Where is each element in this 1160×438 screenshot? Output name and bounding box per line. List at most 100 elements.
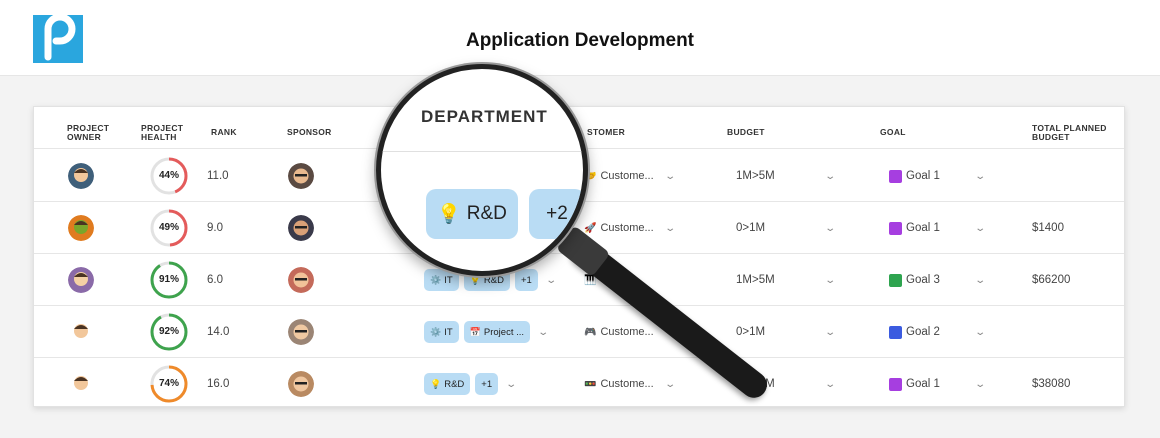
department-chip[interactable]: ⚙️ IT (424, 321, 459, 343)
rank-cell: 9.0 (207, 222, 223, 234)
health-gauge: 49% (148, 207, 190, 249)
magnifier-lens: DEPARTMENT 💡 R&D +2 (376, 64, 588, 276)
goal-cell[interactable]: Goal 1 ⌄ (889, 358, 986, 410)
sponsor-avatar[interactable] (288, 371, 314, 397)
budget-value: 1M>5M (736, 170, 775, 182)
goal-cell[interactable]: Goal 2 ⌄ (889, 306, 986, 358)
chevron-down-icon[interactable]: ⌄ (974, 223, 986, 234)
col-rank[interactable]: Rank (211, 128, 237, 137)
sponsor-cell (288, 254, 314, 306)
col-budget[interactable]: Budget (727, 128, 765, 137)
page-title: Application Development (465, 30, 695, 51)
goal-color-icon (889, 221, 902, 235)
sponsor-avatar[interactable] (288, 215, 314, 241)
owner-cell (68, 254, 94, 306)
customer-cell[interactable]: 🤝 Custome... ⌄ (584, 150, 676, 202)
goal-label: Goal 1 (906, 170, 940, 182)
magnified-chip-label: R&D (466, 203, 507, 224)
sponsor-avatar[interactable] (288, 319, 314, 345)
health-cell: 91% (148, 254, 190, 306)
chevron-down-icon[interactable]: ⌄ (664, 379, 676, 390)
customer-icon: 🚀 (584, 222, 597, 234)
col-project-health[interactable]: Project Health (141, 124, 191, 142)
budget-dropdown[interactable]: ⌄ (822, 202, 836, 254)
goal-color-icon (889, 325, 902, 339)
chevron-down-icon[interactable]: ⌄ (664, 223, 676, 234)
table-row[interactable]: 92% 14.0 ⚙️ IT 📅 Project ... ⌄ 🎮 Custome... … (34, 306, 1124, 358)
total-budget-cell: $38080 (1032, 378, 1071, 390)
owner-avatar[interactable] (68, 319, 94, 345)
health-gauge: 91% (148, 259, 190, 301)
magnified-department-chip[interactable]: 💡 R&D (426, 189, 518, 239)
col-project-owner[interactable]: Project Owner (67, 124, 117, 142)
department-icon: ⚙️ (430, 274, 442, 285)
rank-cell: 16.0 (207, 378, 230, 390)
owner-avatar[interactable] (68, 163, 94, 189)
chevron-down-icon[interactable]: ⌄ (824, 327, 836, 338)
goal-label: Goal 2 (906, 326, 940, 338)
budget-cell[interactable]: 1M>5M (736, 150, 775, 202)
chevron-down-icon[interactable]: ⌄ (545, 275, 557, 286)
sponsor-avatar[interactable] (288, 163, 314, 189)
sponsor-avatar[interactable] (288, 267, 314, 293)
customer-cell[interactable]: 🚥 Custome... ⌄ (584, 358, 676, 410)
health-cell: 49% (148, 202, 190, 254)
health-gauge: 74% (148, 363, 190, 405)
budget-dropdown[interactable]: ⌄ (822, 306, 836, 358)
sponsor-cell (288, 306, 314, 358)
col-sponsor[interactable]: Sponsor (287, 128, 332, 137)
total-budget-cell: $1400 (1032, 222, 1064, 234)
chevron-down-icon[interactable]: ⌄ (824, 379, 836, 390)
goal-color-icon (889, 273, 902, 287)
health-cell: 44% (148, 150, 190, 202)
goal-cell[interactable]: Goal 1 ⌄ (889, 150, 986, 202)
owner-avatar[interactable] (68, 371, 94, 397)
chevron-down-icon[interactable]: ⌄ (505, 379, 517, 390)
department-cell: ⚙️ IT 📅 Project ... ⌄ (424, 306, 549, 358)
goal-cell[interactable]: Goal 3 ⌄ (889, 254, 986, 306)
chevron-down-icon[interactable]: ⌄ (974, 275, 986, 286)
chevron-down-icon[interactable]: ⌄ (537, 327, 549, 338)
magnified-more-chip[interactable]: +2 (529, 189, 583, 239)
col-total-planned-budget[interactable]: Total Planned Budget (1032, 124, 1112, 142)
table-row[interactable]: 74% 16.0 💡R&D+1⌄ 🚥 Custome... ⌄ 1M>5M ⌄ … (34, 358, 1124, 410)
rank-cell: 11.0 (207, 170, 229, 182)
chevron-down-icon[interactable]: ⌄ (664, 171, 676, 182)
chevron-down-icon[interactable]: ⌄ (824, 171, 836, 182)
col-goal[interactable]: Goal (880, 128, 906, 137)
chevron-down-icon[interactable]: ⌄ (974, 327, 986, 338)
sponsor-cell (288, 358, 314, 410)
health-percent: 92% (158, 326, 179, 337)
budget-dropdown[interactable]: ⌄ (822, 254, 836, 306)
department-chip[interactable]: +1 (514, 269, 538, 291)
goal-cell[interactable]: Goal 1 ⌄ (889, 202, 986, 254)
department-cell: 💡 R&D +1 ⌄ (424, 358, 517, 410)
col-customer[interactable]: stomer (587, 128, 625, 137)
customer-label: Custome... (600, 378, 654, 390)
budget-dropdown[interactable]: ⌄ (822, 358, 836, 410)
owner-cell (68, 358, 94, 410)
chevron-down-icon[interactable]: ⌄ (824, 275, 836, 286)
owner-avatar[interactable] (68, 215, 94, 241)
health-percent: 44% (158, 170, 179, 181)
department-label: IT (444, 274, 453, 286)
magnified-department-header: DEPARTMENT (421, 107, 548, 126)
magnified-divider (381, 151, 583, 152)
department-label: R&D (444, 378, 465, 390)
owner-avatar[interactable] (68, 267, 94, 293)
department-chip[interactable]: 💡 R&D (424, 373, 471, 395)
budget-cell[interactable]: 0>1M (736, 306, 765, 358)
budget-cell[interactable]: 1M>5M (736, 254, 775, 306)
department-chip[interactable]: +1 (475, 373, 499, 395)
budget-dropdown[interactable]: ⌄ (822, 150, 836, 202)
chevron-down-icon[interactable]: ⌄ (824, 223, 836, 234)
department-chip[interactable]: 📅 Project ... (463, 321, 531, 343)
health-gauge: 44% (148, 155, 190, 197)
department-icon: 💡 (430, 378, 442, 389)
chevron-down-icon[interactable]: ⌄ (974, 379, 986, 390)
sponsor-cell (288, 150, 314, 202)
health-cell: 92% (148, 306, 190, 358)
rank-cell: 14.0 (207, 326, 230, 338)
budget-cell[interactable]: 0>1M (736, 202, 765, 254)
chevron-down-icon[interactable]: ⌄ (974, 171, 986, 182)
